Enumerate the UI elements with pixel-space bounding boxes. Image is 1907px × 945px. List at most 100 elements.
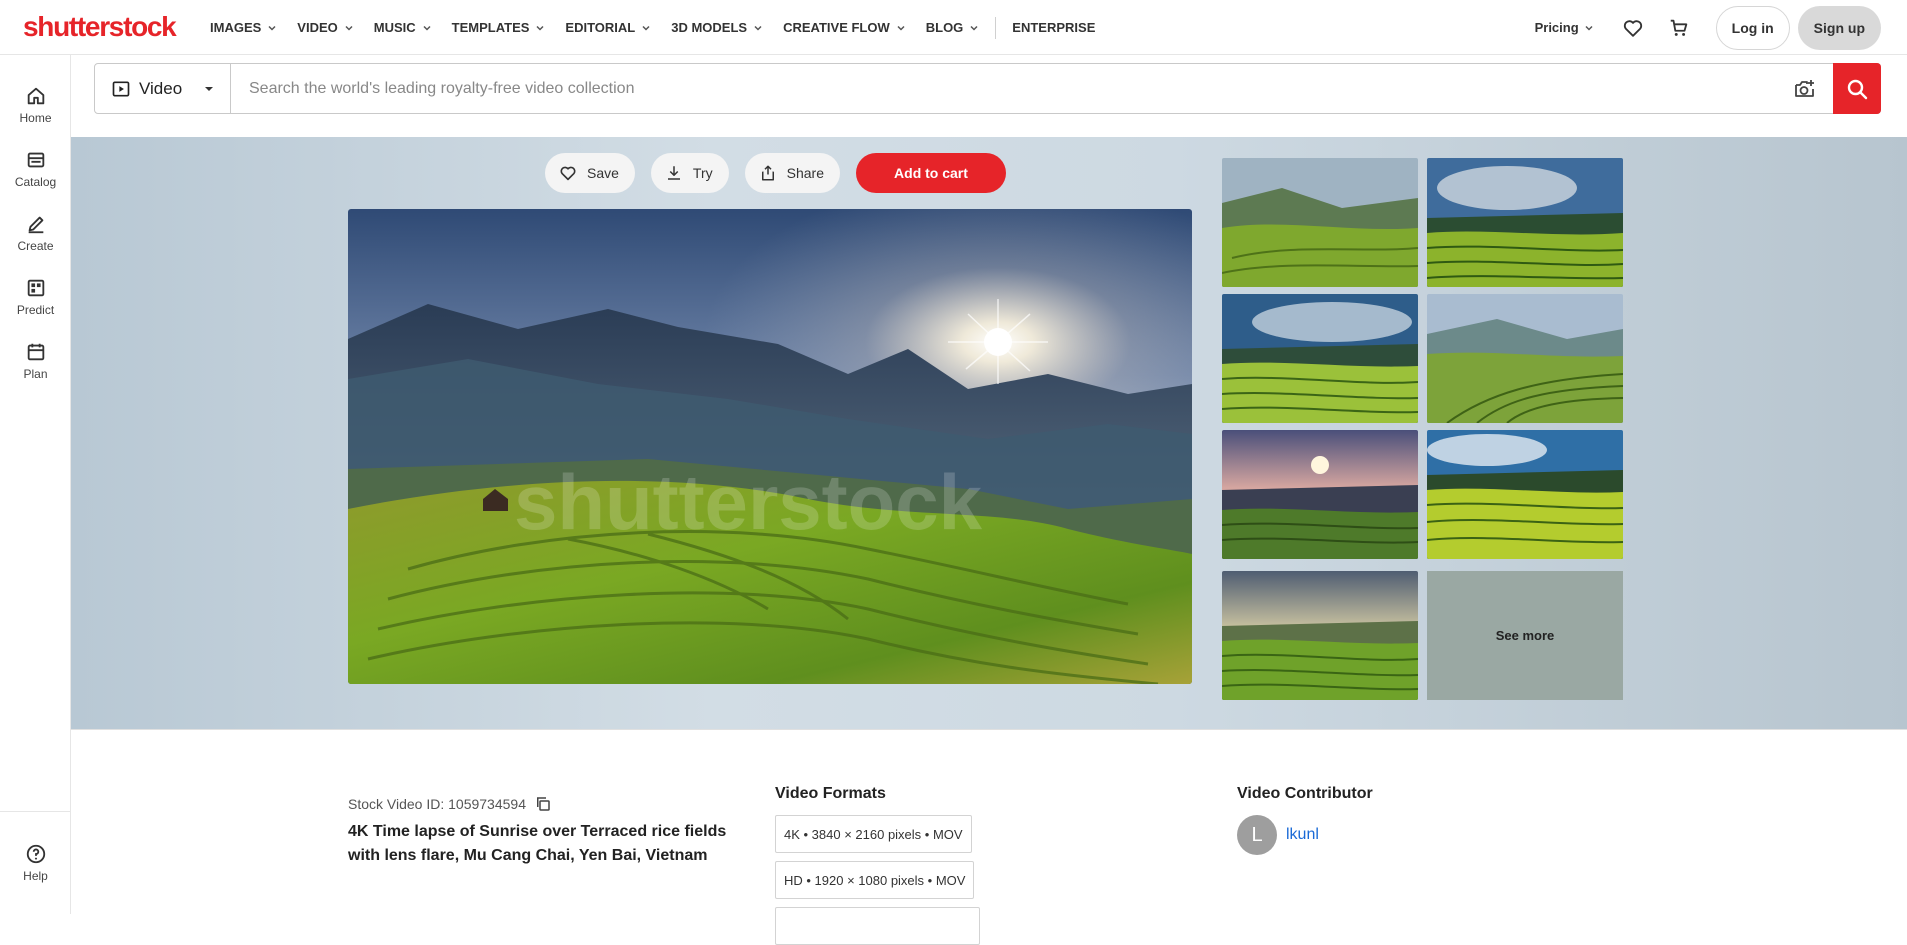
- nav-item-templates[interactable]: TEMPLATES: [452, 20, 546, 35]
- cart-button[interactable]: [1664, 13, 1694, 43]
- nav-divider: [995, 16, 997, 39]
- contributor-link[interactable]: lkunl: [1286, 826, 1319, 844]
- see-more-button[interactable]: See more: [1427, 571, 1623, 700]
- add-to-cart-label: Add to cart: [894, 165, 968, 181]
- rail-item-label: Help: [23, 869, 48, 883]
- rail-item-catalog[interactable]: Catalog: [0, 137, 71, 201]
- nav-item-video[interactable]: VIDEO: [297, 20, 353, 35]
- search-button[interactable]: [1833, 63, 1881, 114]
- format-option-hd[interactable]: HD • 1920 × 1080 pixels • MOV: [775, 861, 975, 899]
- chevron-down-icon: [268, 25, 276, 31]
- try-label: Try: [692, 165, 713, 181]
- thumbnail-image: [1222, 571, 1418, 700]
- search-bar: Video: [94, 63, 1881, 114]
- similar-clip-thumbnail[interactable]: [1427, 294, 1623, 423]
- main-video-preview[interactable]: shutterstock: [348, 209, 1192, 684]
- copy-icon[interactable]: [534, 795, 552, 813]
- similar-clip-thumbnail[interactable]: [1222, 571, 1418, 700]
- rail-item-help[interactable]: Help: [0, 811, 71, 914]
- chevron-down-icon: [345, 25, 353, 31]
- video-title: 4K Time lapse of Sunrise over Terraced r…: [348, 823, 727, 864]
- nav-item-editorial[interactable]: EDITORIAL: [565, 20, 651, 35]
- thumbnail-image: [1222, 430, 1418, 559]
- nav-item-3d-models[interactable]: 3D MODELS: [671, 20, 763, 35]
- nav-item-label: BLOG: [925, 20, 964, 35]
- similar-clip-thumbnail[interactable]: [1222, 430, 1418, 559]
- watermark-text: shutterstock: [514, 458, 983, 546]
- video-details: Stock Video ID: 1059734594 4K Time lapse…: [71, 731, 1907, 945]
- video-formats-heading: Video Formats: [775, 785, 886, 802]
- save-button[interactable]: Save: [545, 153, 635, 193]
- chevron-down-icon: [1585, 25, 1593, 31]
- chevron-down-icon: [642, 25, 650, 31]
- caret-down-icon: [205, 86, 214, 91]
- share-button[interactable]: Share: [744, 153, 840, 193]
- add-to-cart-button[interactable]: Add to cart: [855, 153, 1006, 193]
- nav-item-label: VIDEO: [297, 20, 338, 35]
- nav-item-enterprise[interactable]: ENTERPRISE: [1012, 20, 1095, 35]
- stock-id-text: Stock Video ID: 1059734594: [348, 796, 526, 812]
- nav-item-label: MUSIC: [373, 20, 416, 35]
- nav-item-label: ENTERPRISE: [1012, 20, 1096, 35]
- catalog-icon: [27, 152, 44, 168]
- chevron-down-icon: [536, 25, 544, 31]
- chevron-down-icon: [897, 25, 905, 31]
- thumbnail-image: [1427, 158, 1623, 287]
- favorites-button[interactable]: [1618, 13, 1648, 43]
- rail-item-home[interactable]: Home: [0, 73, 71, 137]
- similar-clip-thumbnail[interactable]: [1222, 294, 1418, 423]
- rail-item-predict[interactable]: Predict: [0, 265, 71, 329]
- format-label: 4K • 3840 × 2160 pixels • MOV: [784, 826, 963, 842]
- video-contributor-heading: Video Contributor: [1237, 785, 1373, 802]
- nav-item-creative-flow[interactable]: CREATIVE FLOW: [783, 20, 906, 35]
- pricing-menu[interactable]: Pricing: [1535, 20, 1594, 35]
- rail-item-label: Home: [19, 111, 52, 125]
- format-option[interactable]: [775, 907, 980, 945]
- signup-button[interactable]: Sign up: [1797, 5, 1881, 50]
- login-button[interactable]: Log in: [1715, 5, 1790, 50]
- rail-item-label: Catalog: [14, 175, 57, 189]
- save-label: Save: [587, 165, 619, 181]
- cart-icon: [1670, 19, 1687, 36]
- format-label: HD • 1920 × 1080 pixels • MOV: [784, 872, 966, 888]
- nav-item-blog[interactable]: BLOG: [926, 20, 980, 35]
- video-icon: [112, 81, 130, 96]
- chevron-down-icon: [754, 25, 762, 31]
- help-icon: [26, 844, 45, 864]
- rail-item-label: Create: [17, 239, 54, 253]
- pricing-label: Pricing: [1534, 20, 1579, 35]
- home-icon: [27, 87, 44, 105]
- similar-clip-thumbnail[interactable]: [1222, 158, 1418, 287]
- rail-item-plan[interactable]: Plan: [0, 329, 71, 393]
- edit-icon: [28, 216, 43, 234]
- nav-item-images[interactable]: IMAGES: [210, 20, 277, 35]
- video-frame-image: shutterstock: [348, 209, 1192, 684]
- search-input[interactable]: [231, 64, 1777, 113]
- thumbnail-image: [1222, 158, 1418, 287]
- top-navigation: shutterstock IMAGES VIDEO MUSIC TEMPLATE…: [0, 0, 1907, 55]
- nav-item-label: IMAGES: [210, 20, 262, 35]
- format-option-4k[interactable]: 4K • 3840 × 2160 pixels • MOV: [775, 815, 972, 853]
- share-label: Share: [786, 165, 824, 181]
- similar-clip-thumbnail[interactable]: [1427, 430, 1623, 559]
- asset-actions: Save Try Share Add to cart: [545, 153, 1006, 193]
- share-icon: [761, 165, 774, 181]
- thumbnail-image: [1222, 294, 1418, 423]
- main-nav-menu: IMAGES VIDEO MUSIC TEMPLATES EDITORIAL 3…: [210, 0, 1115, 55]
- predict-icon: [27, 279, 44, 297]
- shutterstock-logo[interactable]: shutterstock: [23, 11, 177, 43]
- media-type-label: Video: [139, 78, 183, 98]
- similar-clip-thumbnail[interactable]: [1427, 158, 1623, 287]
- calendar-icon: [27, 343, 44, 361]
- nav-item-music[interactable]: MUSIC: [374, 20, 432, 35]
- search-icon: [1847, 79, 1868, 99]
- heart-icon: [1623, 19, 1642, 37]
- camera-icon: [1795, 79, 1814, 97]
- chevron-down-icon: [423, 25, 431, 31]
- rail-item-create[interactable]: Create: [0, 201, 71, 265]
- try-button[interactable]: Try: [650, 153, 729, 193]
- avatar: L: [1237, 815, 1277, 855]
- media-type-select[interactable]: Video: [95, 64, 231, 113]
- nav-item-label: EDITORIAL: [565, 20, 636, 35]
- search-by-image-button[interactable]: [1777, 64, 1833, 113]
